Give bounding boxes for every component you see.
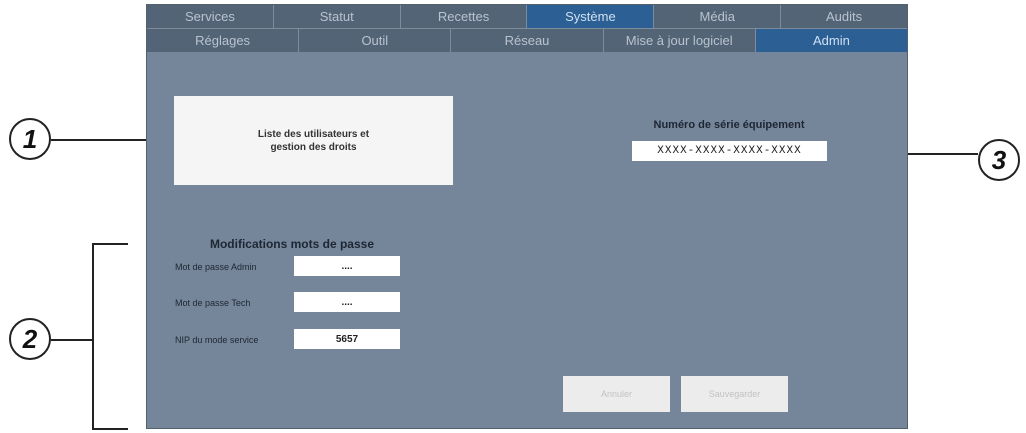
admin-password-label: Mot de passe Admin xyxy=(175,262,257,272)
tab-audits[interactable]: Audits xyxy=(781,5,907,28)
callout-2: 2 xyxy=(9,318,51,360)
admin-panel: Liste des utilisateurs et gestion des dr… xyxy=(147,52,907,428)
device-screen: Services Statut Recettes Système Média A… xyxy=(146,4,908,429)
main-tab-bar: Services Statut Recettes Système Média A… xyxy=(147,5,907,28)
service-pin-input[interactable]: 5657 xyxy=(294,329,400,349)
admin-password-input[interactable]: .... xyxy=(294,256,400,276)
users-rights-label: Liste des utilisateurs et gestion des dr… xyxy=(257,128,370,153)
subtab-reglages[interactable]: Réglages xyxy=(147,29,300,52)
callout-3: 3 xyxy=(978,139,1020,181)
cancel-button[interactable]: Annuler xyxy=(563,376,670,412)
bracket-2-vertical xyxy=(92,243,94,430)
tech-password-label: Mot de passe Tech xyxy=(175,298,251,308)
subtab-outil[interactable]: Outil xyxy=(299,29,452,52)
save-button[interactable]: Sauvegarder xyxy=(681,376,788,412)
tab-systeme[interactable]: Système xyxy=(527,5,655,28)
subtab-reseau[interactable]: Réseau xyxy=(451,29,604,52)
bracket-2-top xyxy=(92,243,128,245)
tech-password-input[interactable]: .... xyxy=(294,292,400,312)
sub-tab-bar: Réglages Outil Réseau Mise à jour logici… xyxy=(147,28,907,52)
subtab-mise-a-jour[interactable]: Mise à jour logiciel xyxy=(604,29,756,52)
users-rights-button[interactable]: Liste des utilisateurs et gestion des dr… xyxy=(174,96,453,185)
callout-2-line xyxy=(51,339,92,341)
tab-statut[interactable]: Statut xyxy=(274,5,401,28)
service-pin-label: NIP du mode service xyxy=(175,335,259,345)
bracket-2-bottom xyxy=(92,428,128,430)
subtab-admin[interactable]: Admin xyxy=(755,29,907,52)
tab-media[interactable]: Média xyxy=(654,5,782,28)
tab-recettes[interactable]: Recettes xyxy=(401,5,528,28)
serial-number-title: Numéro de série équipement xyxy=(653,119,805,131)
callout-1: 1 xyxy=(9,118,51,160)
tab-services[interactable]: Services xyxy=(147,5,274,28)
serial-number-field: XXXX-XXXX-XXXX-XXXX xyxy=(632,141,827,161)
password-section-title: Modifications mots de passe xyxy=(209,237,375,251)
